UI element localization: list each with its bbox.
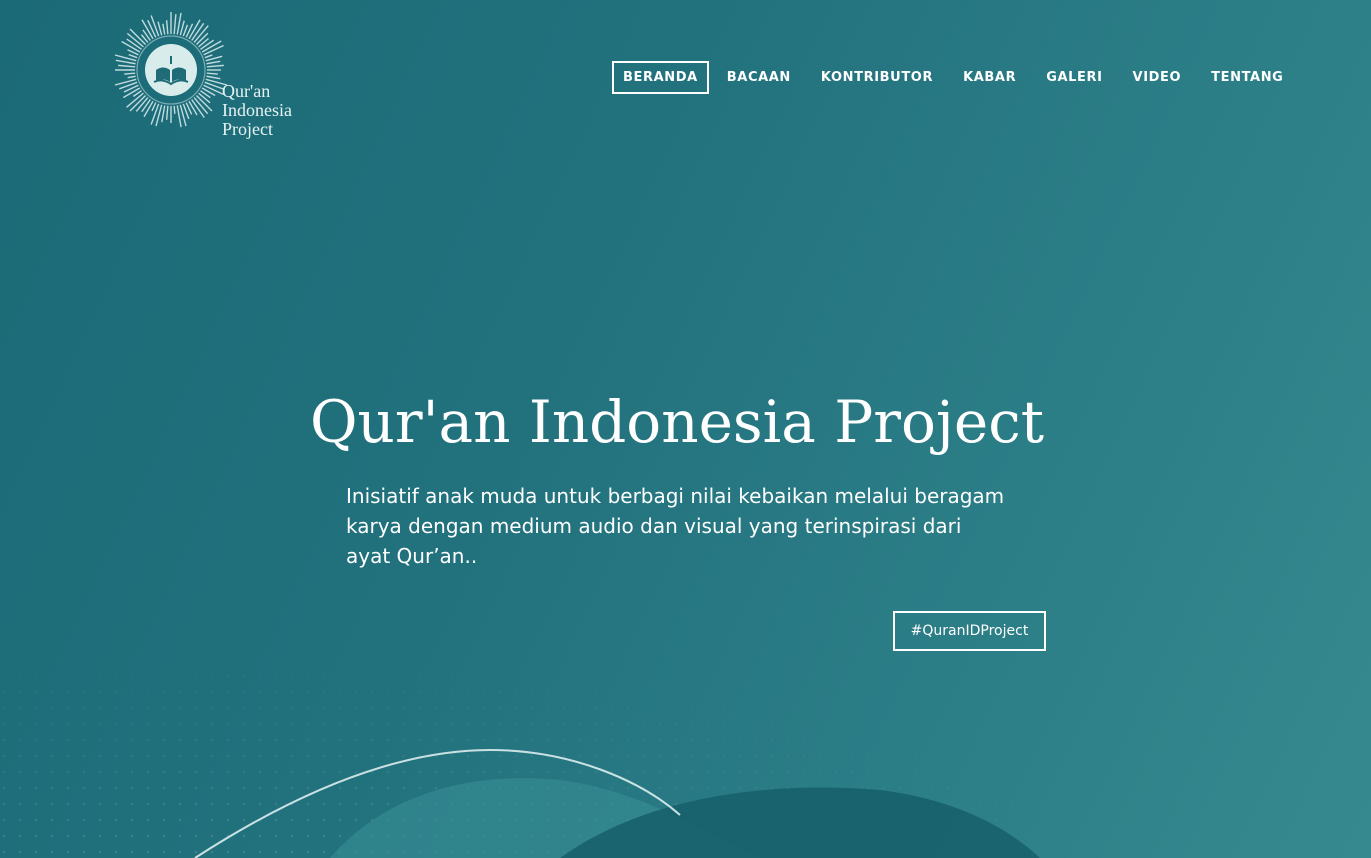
nav-item-video[interactable]: VIDEO (1133, 70, 1182, 85)
sunburst-ray (206, 72, 218, 75)
hero-subtitle: Inisiatif anak muda untuk berbagi nilai … (346, 484, 1005, 568)
sunburst-ray (165, 20, 169, 35)
sunburst-ray (141, 99, 151, 113)
sunburst-ray (195, 32, 209, 46)
nav-item-kabar[interactable]: KABAR (963, 70, 1016, 85)
sunburst-ray (206, 75, 221, 80)
sunburst-ray (173, 105, 176, 114)
open-book-sunburst-icon (114, 12, 228, 128)
site-logo[interactable]: Qur'an Indonesia Project (112, 12, 312, 147)
sunburst-ray (204, 54, 213, 59)
sunburst-ray (188, 100, 198, 116)
logo-text: Qur'an Indonesia Project (222, 82, 292, 139)
sunburst-ray (118, 64, 136, 68)
sunburst-ray (179, 20, 185, 36)
logo-line-indonesia: Indonesia (222, 100, 292, 120)
sunburst-ray (206, 60, 221, 65)
nav-item-galeri[interactable]: GALERI (1046, 70, 1102, 85)
nav-item-beranda[interactable]: BERANDA (612, 61, 709, 94)
sunburst-ray (198, 92, 211, 104)
sunburst-ray (124, 72, 136, 75)
sunburst-ray (151, 102, 157, 112)
sunburst-ray (173, 14, 177, 35)
sunburst-ray (176, 105, 182, 128)
sunburst-ray (162, 23, 166, 35)
sunburst-ray (206, 64, 224, 68)
sunburst-ray (176, 12, 182, 35)
sunburst-ray (147, 19, 157, 38)
logo-line-quran: Qur'an (222, 81, 271, 101)
logo-line-project: Project (222, 119, 273, 139)
hero-title: Qur'an Indonesia Project (309, 388, 1045, 456)
sunburst-ray (157, 21, 163, 36)
sunburst-ray (128, 53, 138, 59)
nav-item-kontributor[interactable]: KONTRIBUTOR (821, 70, 933, 85)
sunburst-ray (200, 39, 215, 50)
nav-item-tentang[interactable]: TENTANG (1211, 70, 1283, 85)
sunburst-ray (127, 75, 136, 79)
hashtag-button[interactable]: #QuranIDProject (893, 611, 1046, 651)
sunburst-ray (143, 100, 154, 118)
nav-item-bacaan[interactable]: BACAAN (727, 70, 791, 85)
sunburst-ray (165, 105, 169, 120)
main-nav: BERANDA BACAAN KONTRIBUTOR KABAR GALERI … (612, 60, 1283, 95)
sunburst-ray (150, 15, 160, 37)
sunburst-ray (161, 105, 166, 123)
sunburst-ray (115, 59, 136, 65)
